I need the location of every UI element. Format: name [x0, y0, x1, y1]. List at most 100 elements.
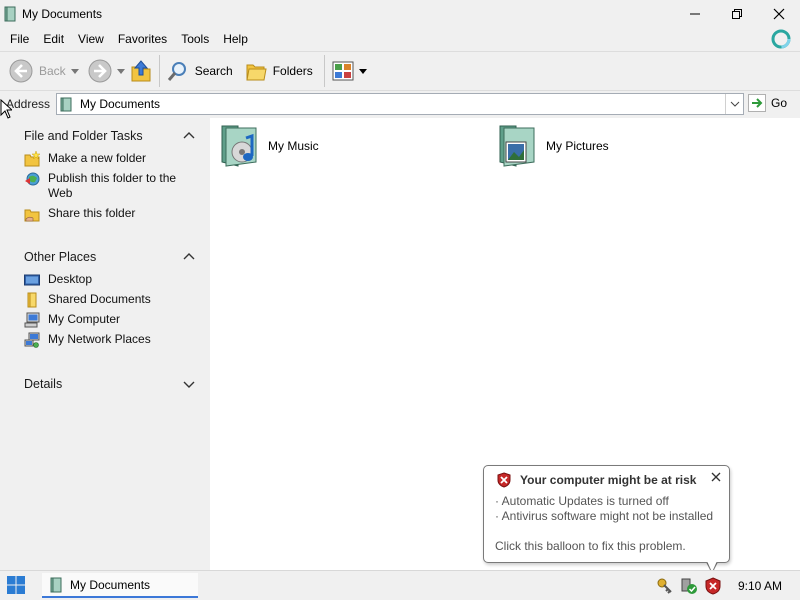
security-key-icon[interactable]: [656, 577, 674, 595]
balloon-header: Your computer might be at risk: [496, 472, 696, 488]
folders-label: Folders: [272, 64, 313, 78]
task-label: Share this folder: [48, 206, 136, 220]
other-places-header[interactable]: Other Places: [0, 246, 210, 268]
chevron-up-icon: [183, 253, 195, 260]
back-history-dropdown[interactable]: [69, 55, 81, 87]
toolbar-separator: [323, 55, 325, 87]
menu-tools[interactable]: Tools: [174, 29, 216, 49]
network-places-icon: [24, 332, 40, 348]
file-folder-tasks-header[interactable]: File and Folder Tasks: [0, 125, 210, 147]
up-folder-button[interactable]: [127, 55, 155, 87]
forward-button[interactable]: [85, 55, 115, 87]
folder-up-icon: [131, 60, 151, 82]
my-network-places-link[interactable]: My Network Places: [0, 332, 210, 348]
address-value: My Documents: [80, 97, 161, 111]
my-pictures-folder[interactable]: My Pictures: [494, 122, 609, 170]
shared-documents-link[interactable]: Shared Documents: [0, 292, 210, 308]
share-folder-link[interactable]: Share this folder: [0, 206, 210, 222]
desktop-icon: [24, 274, 40, 286]
desktop-link[interactable]: Desktop: [0, 272, 210, 287]
window-title: My Documents: [22, 7, 103, 21]
place-label: My Computer: [48, 312, 121, 326]
make-new-folder-link[interactable]: Make a new folder: [0, 151, 210, 167]
balloon-line: · Automatic Updates is turned off: [495, 494, 669, 508]
views-button[interactable]: [329, 55, 370, 87]
address-dropdown[interactable]: [725, 94, 743, 114]
task-pane: File and Folder Tasks Make a new folder …: [0, 118, 210, 570]
minimize-icon: [690, 13, 700, 15]
folder-label: My Music: [268, 139, 319, 153]
menu-bar: File Edit View Favorites Tools Help: [0, 28, 800, 50]
restore-button[interactable]: [716, 0, 758, 28]
close-icon[interactable]: [709, 470, 723, 484]
other-places-section: Other Places Desktop Shared Documents My: [0, 246, 210, 348]
minimize-button[interactable]: [674, 0, 716, 28]
close-icon: [773, 8, 785, 20]
taskbar-window-label: My Documents: [70, 577, 151, 592]
balloon-line: Click this balloon to fix this problem.: [495, 539, 686, 553]
search-icon: [167, 62, 186, 81]
place-label: Shared Documents: [48, 292, 151, 306]
documents-folder-icon: [4, 6, 16, 22]
menu-help[interactable]: Help: [216, 29, 255, 49]
forward-arrow-icon: [88, 59, 112, 83]
search-label: Search: [194, 64, 233, 78]
address-field[interactable]: My Documents: [56, 93, 744, 115]
title-bar: My Documents: [0, 0, 800, 28]
dropdown-arrow-icon: [116, 68, 125, 74]
security-balloon[interactable]: Your computer might be at risk · Automat…: [483, 465, 730, 563]
address-label: Address: [6, 97, 51, 111]
address-bar: Address My Documents Go: [0, 91, 800, 117]
forward-history-dropdown[interactable]: [115, 55, 127, 87]
menu-file[interactable]: File: [3, 29, 36, 49]
details-header[interactable]: Details: [0, 373, 210, 395]
shared-folder-icon: [27, 292, 37, 308]
my-music-folder[interactable]: My Music: [216, 122, 319, 170]
taskbar-window-my-documents[interactable]: My Documents: [42, 573, 198, 598]
mouse-cursor-icon: [0, 99, 12, 119]
documents-folder-icon: [60, 97, 72, 111]
views-icon: [332, 61, 354, 81]
back-arrow-icon: [9, 59, 33, 83]
chevron-down-icon: [183, 381, 195, 388]
go-button[interactable]: Go: [748, 94, 787, 112]
start-button[interactable]: [6, 575, 26, 595]
network-connection-icon[interactable]: [680, 577, 698, 595]
my-computer-link[interactable]: My Computer: [0, 312, 210, 328]
back-button[interactable]: Back: [6, 55, 69, 87]
folders-button[interactable]: Folders: [242, 55, 316, 87]
section-title: Other Places: [24, 250, 97, 264]
close-button[interactable]: [758, 0, 800, 28]
security-alert-icon[interactable]: [704, 577, 722, 595]
standard-toolbar: Back Search Folders: [0, 51, 800, 91]
menu-edit[interactable]: Edit: [36, 29, 71, 49]
go-label: Go: [771, 96, 788, 110]
task-label: Make a new folder: [48, 151, 147, 165]
place-label: My Network Places: [48, 332, 151, 346]
back-label: Back: [39, 64, 66, 78]
windows-logo-icon: [771, 29, 791, 49]
search-button[interactable]: Search: [164, 55, 236, 87]
go-arrow-icon: [748, 94, 766, 112]
restore-icon: [732, 9, 742, 19]
place-label: Desktop: [48, 272, 93, 286]
file-folder-tasks-section: File and Folder Tasks Make a new folder …: [0, 125, 210, 222]
menu-favorites[interactable]: Favorites: [111, 29, 174, 49]
section-title: File and Folder Tasks: [24, 129, 143, 143]
details-section: Details: [0, 373, 210, 395]
menu-view[interactable]: View: [71, 29, 111, 49]
dropdown-arrow-icon: [358, 68, 367, 74]
system-tray: 9:10 AM: [656, 571, 800, 600]
dropdown-arrow-icon: [70, 68, 79, 74]
task-label: Publish this folder to the Web: [48, 171, 177, 200]
chevron-up-icon: [183, 132, 195, 139]
section-title: Details: [24, 377, 63, 391]
publish-web-icon: [25, 172, 40, 186]
publish-folder-link[interactable]: Publish this folder to the Web: [0, 171, 190, 201]
documents-folder-icon: [50, 577, 62, 592]
security-shield-icon: [497, 472, 511, 488]
folders-icon: [246, 64, 267, 81]
taskbar: My Documents 9:10 AM: [0, 570, 800, 600]
clock[interactable]: 9:10 AM: [738, 579, 782, 593]
chevron-down-icon: [730, 101, 739, 107]
